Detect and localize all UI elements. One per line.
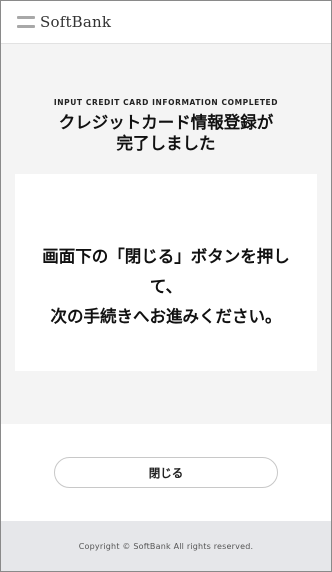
softbank-logo: SoftBank (17, 13, 111, 31)
page-title-line-1: クレジットカード情報登録が (58, 113, 274, 132)
close-button[interactable]: 閉じる (54, 457, 278, 488)
page-title: クレジットカード情報登録が 完了しました (1, 112, 331, 154)
message-card: 画面下の「閉じる」ボタンを押し て、 次の手続きへお進みください。 (15, 174, 317, 371)
button-area: 閉じる (1, 424, 331, 521)
page-frame: SoftBank INPUT CREDIT CARD INFORMATION C… (0, 0, 332, 572)
header: SoftBank (1, 1, 331, 44)
instruction-line-3: 次の手続きへお進みください。 (50, 307, 282, 326)
completion-eyebrow: INPUT CREDIT CARD INFORMATION COMPLETED (53, 98, 279, 107)
logo-text: SoftBank (40, 13, 112, 31)
instruction-line-1: 画面下の「閉じる」ボタンを押し (42, 247, 290, 266)
softbank-stripes-icon (17, 16, 35, 28)
footer: Copyright © SoftBank All rights reserved… (1, 521, 331, 571)
copyright-text: Copyright © SoftBank All rights reserved… (78, 541, 254, 551)
instruction-line-2: て、 (149, 277, 183, 296)
main-content: INPUT CREDIT CARD INFORMATION COMPLETED … (1, 44, 331, 424)
page-title-line-2: 完了しました (116, 134, 216, 153)
instruction-message: 画面下の「閉じる」ボタンを押し て、 次の手続きへお進みください。 (15, 242, 317, 332)
